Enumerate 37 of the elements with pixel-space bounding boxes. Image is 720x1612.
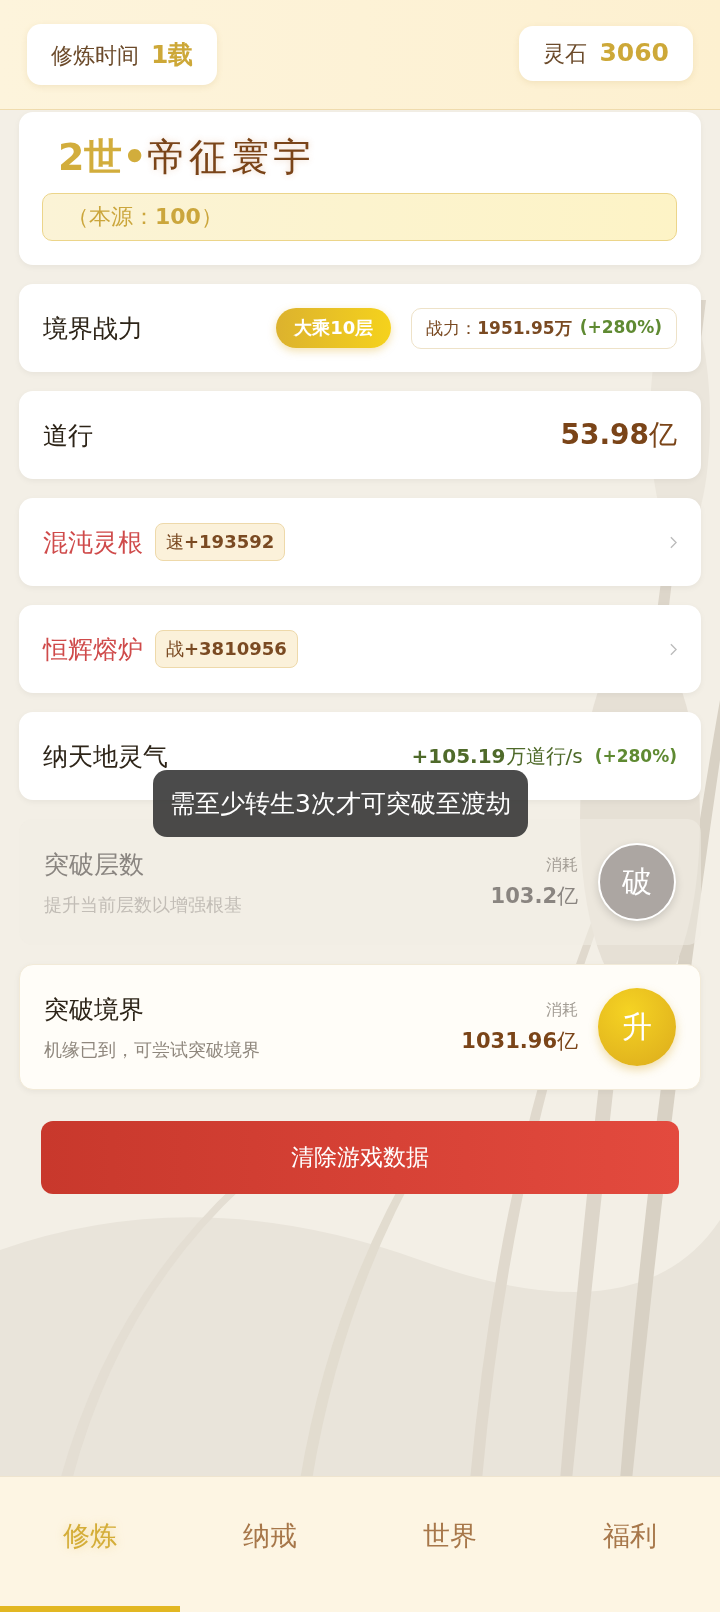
nav-tab[interactable]: 修炼 [0,1477,180,1612]
generation-text: 2世• [58,134,147,181]
row-label: 突破境界 [44,993,145,1026]
chevron-icon [670,642,677,656]
toast-message: 需至少转生3次才可突破至渡劫 [153,770,528,837]
link-card[interactable]: 恒辉熔炉 战+3810956 [19,605,701,693]
row-label: 道行 [43,419,93,452]
cost-value: 1031.96亿 [461,1027,578,1055]
row-label: 突破层数 [44,848,145,881]
nav-tab[interactable]: 福利 [540,1477,720,1612]
bonus-text: (+280%) [579,316,662,339]
stone-label: 灵石 [543,40,588,68]
cost-value: 103.2亿 [490,882,578,910]
cost-label: 消耗 [546,854,578,876]
origin-bar: （本源：100） [42,193,677,241]
time-label: 修炼时间 [51,42,139,70]
bonus-tag: 战+3810956 [155,630,298,668]
nav-tab[interactable]: 世界 [360,1477,540,1612]
stone-value: 3060 [599,38,669,67]
row-label: 纳天地灵气 [43,740,168,773]
power-text: 战力：1951.95万 [426,316,572,340]
stat-value: 53.98亿 [560,417,677,453]
cost-label: 消耗 [546,999,578,1021]
time-value: 1载 [151,39,194,71]
clear-data-button[interactable]: 清除游戏数据 [41,1121,679,1194]
bonus-tag: 速+193592 [155,523,286,561]
row-label: 境界战力 [43,312,143,345]
row-description: 机缘已到，可尝试突破境界 [44,1037,260,1062]
realm-badge: 大乘10层 [276,308,392,348]
nav-tab[interactable]: 纳戒 [180,1477,360,1612]
row-label: 混沌灵根 [43,526,143,559]
link-card[interactable]: 混沌灵根 速+193592 [19,498,701,586]
row-label: 恒辉熔炉 [43,633,143,666]
rate-value: +105.19万道行/s [411,742,583,770]
chevron-icon [670,535,677,549]
bonus-text: (+280%) [594,746,677,766]
character-title: 帝征寰宇 [146,134,315,181]
